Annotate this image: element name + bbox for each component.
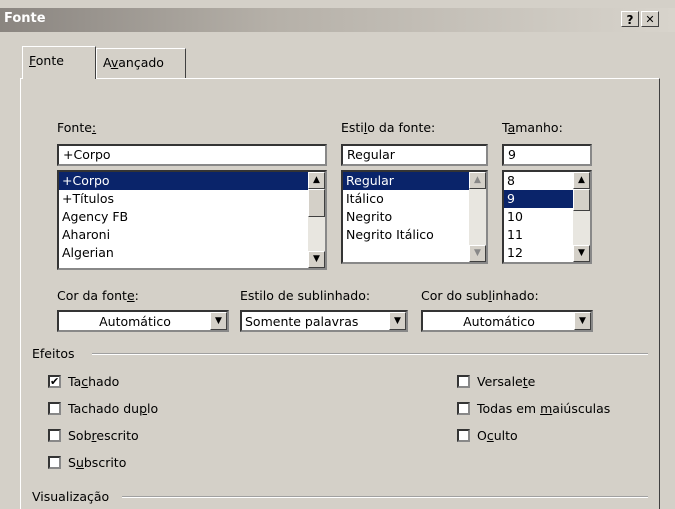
- checkbox-tachado[interactable]: ✔: [48, 375, 61, 388]
- style-list-item[interactable]: Negrito: [343, 208, 486, 226]
- label-post: e: [527, 374, 536, 389]
- font-color-label-post: :: [134, 288, 139, 303]
- font-input[interactable]: +Corpo: [57, 144, 327, 166]
- tachado-duplo-label: Tachado duplo: [68, 401, 158, 416]
- tab-fonte[interactable]: Fonte: [22, 46, 96, 79]
- window-title: Fonte: [4, 11, 46, 26]
- label-post: lo: [147, 401, 159, 416]
- subscrito-label: Subscrito: [68, 455, 126, 470]
- tachado-label: Tachado: [68, 374, 119, 389]
- label-pre: Tachado du: [68, 401, 140, 416]
- checkbox-versalete[interactable]: [457, 375, 470, 388]
- tab-fonte-key: F: [29, 53, 36, 68]
- preview-divider: [122, 496, 648, 498]
- font-color-label: Cor da fonte:: [57, 288, 139, 303]
- label-pre: Sob: [68, 428, 92, 443]
- todas-em-maiusculas-label: Todas em maiúsculas: [477, 401, 610, 416]
- label-post: aiúsculas: [552, 401, 611, 416]
- title-bar: Fonte ? ✕: [0, 8, 675, 32]
- tab-avancado-pre: A: [103, 55, 111, 70]
- size-list-item[interactable]: 9: [504, 190, 573, 208]
- label-post: bscrito: [83, 455, 127, 470]
- underline-color-label: Cor do sublinhado:: [421, 288, 539, 303]
- underline-color-value: Automático: [463, 314, 535, 329]
- underline-style-value: Somente palavras: [245, 314, 359, 329]
- font-list-item[interactable]: Agency FB: [59, 208, 325, 226]
- scroll-thumb[interactable]: [573, 189, 590, 211]
- effects-label: Efeitos: [32, 346, 75, 361]
- size-label: Tamanho:: [502, 120, 563, 135]
- close-button[interactable]: ✕: [641, 11, 659, 27]
- font-list-item[interactable]: +Títulos: [59, 190, 325, 208]
- size-input[interactable]: 9: [502, 144, 592, 166]
- checkbox-todas-em-maiusculas[interactable]: [457, 402, 470, 415]
- font-color-label-key: e: [126, 288, 135, 303]
- chevron-down-icon[interactable]: ▼: [389, 312, 406, 330]
- label-key: m: [540, 401, 553, 416]
- label-post: escrito: [96, 428, 139, 443]
- font-dialog: Fonte ? ✕ Fonte Avançado Fonte: +Corpo +…: [0, 0, 675, 509]
- label-pre: Todas em: [477, 401, 541, 416]
- sobrescrito-label: Sobrescrito: [68, 428, 139, 443]
- font-color-value: Automático: [99, 314, 171, 329]
- checkbox-tachado-duplo[interactable]: [48, 402, 61, 415]
- underline-color-label-pre: Cor do sub: [421, 288, 489, 303]
- chevron-down-icon[interactable]: ▼: [574, 312, 591, 330]
- font-list-item[interactable]: +Corpo: [59, 172, 325, 190]
- font-list[interactable]: +Corpo +Títulos Agency FB Aharoni Algeri…: [57, 170, 327, 270]
- preview-label: Visualização: [32, 489, 110, 504]
- label-post: hado: [88, 374, 120, 389]
- chevron-down-icon[interactable]: ▼: [210, 312, 227, 330]
- scroll-down-icon[interactable]: ▼: [573, 245, 590, 262]
- style-list-item[interactable]: Negrito Itálico: [343, 226, 486, 244]
- style-list-item[interactable]: Itálico: [343, 190, 486, 208]
- font-list-item[interactable]: Aharoni: [59, 226, 325, 244]
- size-list-scrollbar[interactable]: ▲ ▼: [573, 172, 590, 262]
- font-list-scrollbar[interactable]: ▲ ▼: [308, 172, 325, 268]
- label-key: p: [139, 401, 148, 416]
- size-list[interactable]: 8 9 10 11 12 ▲ ▼: [502, 170, 592, 264]
- oculto-label: Oculto: [477, 428, 518, 443]
- size-label-post: manho:: [515, 120, 563, 135]
- underline-color-label-post: inhado:: [491, 288, 539, 303]
- style-list-scrollbar[interactable]: ▲ ▼: [469, 172, 486, 262]
- underline-style-label: Estilo de sublinhado:: [240, 288, 371, 303]
- tab-avancado[interactable]: Avançado: [96, 48, 186, 78]
- style-input[interactable]: Regular: [341, 144, 488, 166]
- help-button[interactable]: ?: [621, 11, 639, 27]
- label-pre: O: [477, 428, 487, 443]
- style-label-post: o da fonte:: [367, 120, 436, 135]
- font-label-key: :: [91, 120, 97, 135]
- checkbox-oculto[interactable]: [457, 429, 470, 442]
- style-list[interactable]: Regular Itálico Negrito Negrito Itálico …: [341, 170, 488, 264]
- font-label: Fonte:: [57, 120, 96, 135]
- style-list-item[interactable]: Regular: [343, 172, 469, 190]
- versalete-label: Versalete: [477, 374, 535, 389]
- underline-style-select[interactable]: Somente palavras ▼: [240, 310, 408, 332]
- label-pre: S: [68, 455, 76, 470]
- label-key: u: [75, 455, 84, 470]
- style-label-pre: Esti: [341, 120, 364, 135]
- label-post: ulto: [493, 428, 518, 443]
- scroll-up-icon[interactable]: ▲: [308, 172, 325, 189]
- scroll-down-icon[interactable]: ▼: [469, 245, 486, 262]
- effects-divider: [92, 353, 648, 355]
- font-color-select[interactable]: Automático ▼: [57, 310, 229, 332]
- tab-fonte-label: onte: [35, 53, 64, 68]
- font-color-label-pre: Cor da font: [57, 288, 127, 303]
- checkbox-sobrescrito[interactable]: [48, 429, 61, 442]
- style-label: Estilo da fonte:: [341, 120, 435, 135]
- label-pre: Versale: [477, 374, 523, 389]
- checkbox-subscrito[interactable]: [48, 456, 61, 469]
- tab-avancado-post: ançado: [118, 55, 164, 70]
- scroll-thumb[interactable]: [308, 189, 325, 217]
- scroll-up-icon[interactable]: ▲: [573, 172, 590, 189]
- label-key: c: [486, 428, 494, 443]
- scroll-down-icon[interactable]: ▼: [308, 251, 325, 268]
- font-list-item[interactable]: Algerian: [59, 244, 325, 262]
- underline-color-select[interactable]: Automático ▼: [421, 310, 593, 332]
- scroll-up-icon[interactable]: ▲: [469, 172, 486, 189]
- label-pre: Ta: [68, 374, 82, 389]
- font-label-text: Fonte: [57, 120, 92, 135]
